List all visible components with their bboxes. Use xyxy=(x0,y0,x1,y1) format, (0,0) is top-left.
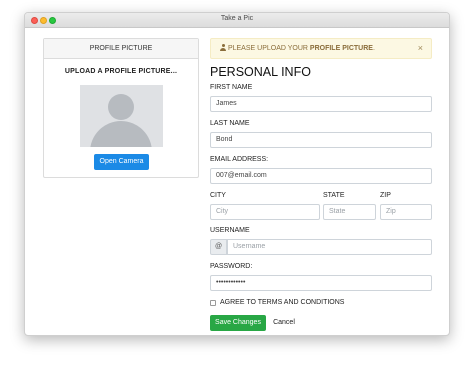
window-title: Take a Pic xyxy=(220,15,254,22)
state-label: STATE xyxy=(323,192,345,199)
alert-text-emphasis: PROFILE PICTURE xyxy=(309,45,373,52)
email-label: EMAIL ADDRESS: xyxy=(210,156,269,163)
username-label: USERNAME xyxy=(210,227,250,234)
profile-picture-header: PROFILE PICTURE xyxy=(44,39,198,59)
cancel-button[interactable]: Cancel xyxy=(271,315,297,331)
avatar-head-icon xyxy=(108,94,134,120)
email-input[interactable]: 007@email.com xyxy=(210,168,432,184)
alert-text-prefix: PLEASE UPLOAD YOUR xyxy=(227,45,310,52)
first-name-input[interactable]: James xyxy=(210,96,432,112)
personal-info-heading: PERSONAL INFO xyxy=(210,65,311,79)
city-label: CITY xyxy=(210,192,226,199)
state-input[interactable]: State xyxy=(323,204,376,220)
avatar-body-icon xyxy=(90,121,152,147)
last-name-input[interactable]: Bond xyxy=(210,132,432,148)
app-window: Take a Pic PROFILE PICTURE UPLOAD A PROF… xyxy=(24,12,450,336)
username-input[interactable]: Username xyxy=(227,239,432,255)
zip-label: ZIP xyxy=(380,192,391,199)
avatar-placeholder xyxy=(80,85,163,147)
upload-warning-alert: PLEASE UPLOAD YOUR PROFILE PICTURE. × xyxy=(210,38,432,59)
first-name-label: FIRST NAME xyxy=(210,84,253,91)
password-input[interactable]: •••••••••••• xyxy=(210,275,432,291)
alert-close-icon[interactable]: × xyxy=(418,39,423,58)
terms-checkbox[interactable] xyxy=(210,300,216,306)
user-icon xyxy=(220,44,226,51)
city-input[interactable]: City xyxy=(210,204,320,220)
title-bar: Take a Pic xyxy=(25,13,449,28)
profile-picture-card: PROFILE PICTURE UPLOAD A PROFILE PICTURE… xyxy=(43,38,199,178)
password-label: PASSWORD: xyxy=(210,263,253,270)
save-changes-button[interactable]: Save Changes xyxy=(210,315,266,331)
terms-label: AGREE TO TERMS AND CONDITIONS xyxy=(220,299,345,306)
alert-text-suffix: . xyxy=(372,45,375,52)
last-name-label: LAST NAME xyxy=(210,120,250,127)
username-at-prefix: @ xyxy=(210,239,227,255)
zip-input[interactable]: Zip xyxy=(380,204,432,220)
open-camera-button[interactable]: Open Camera xyxy=(94,154,149,170)
upload-instruction: UPLOAD A PROFILE PICTURE... xyxy=(64,68,178,75)
